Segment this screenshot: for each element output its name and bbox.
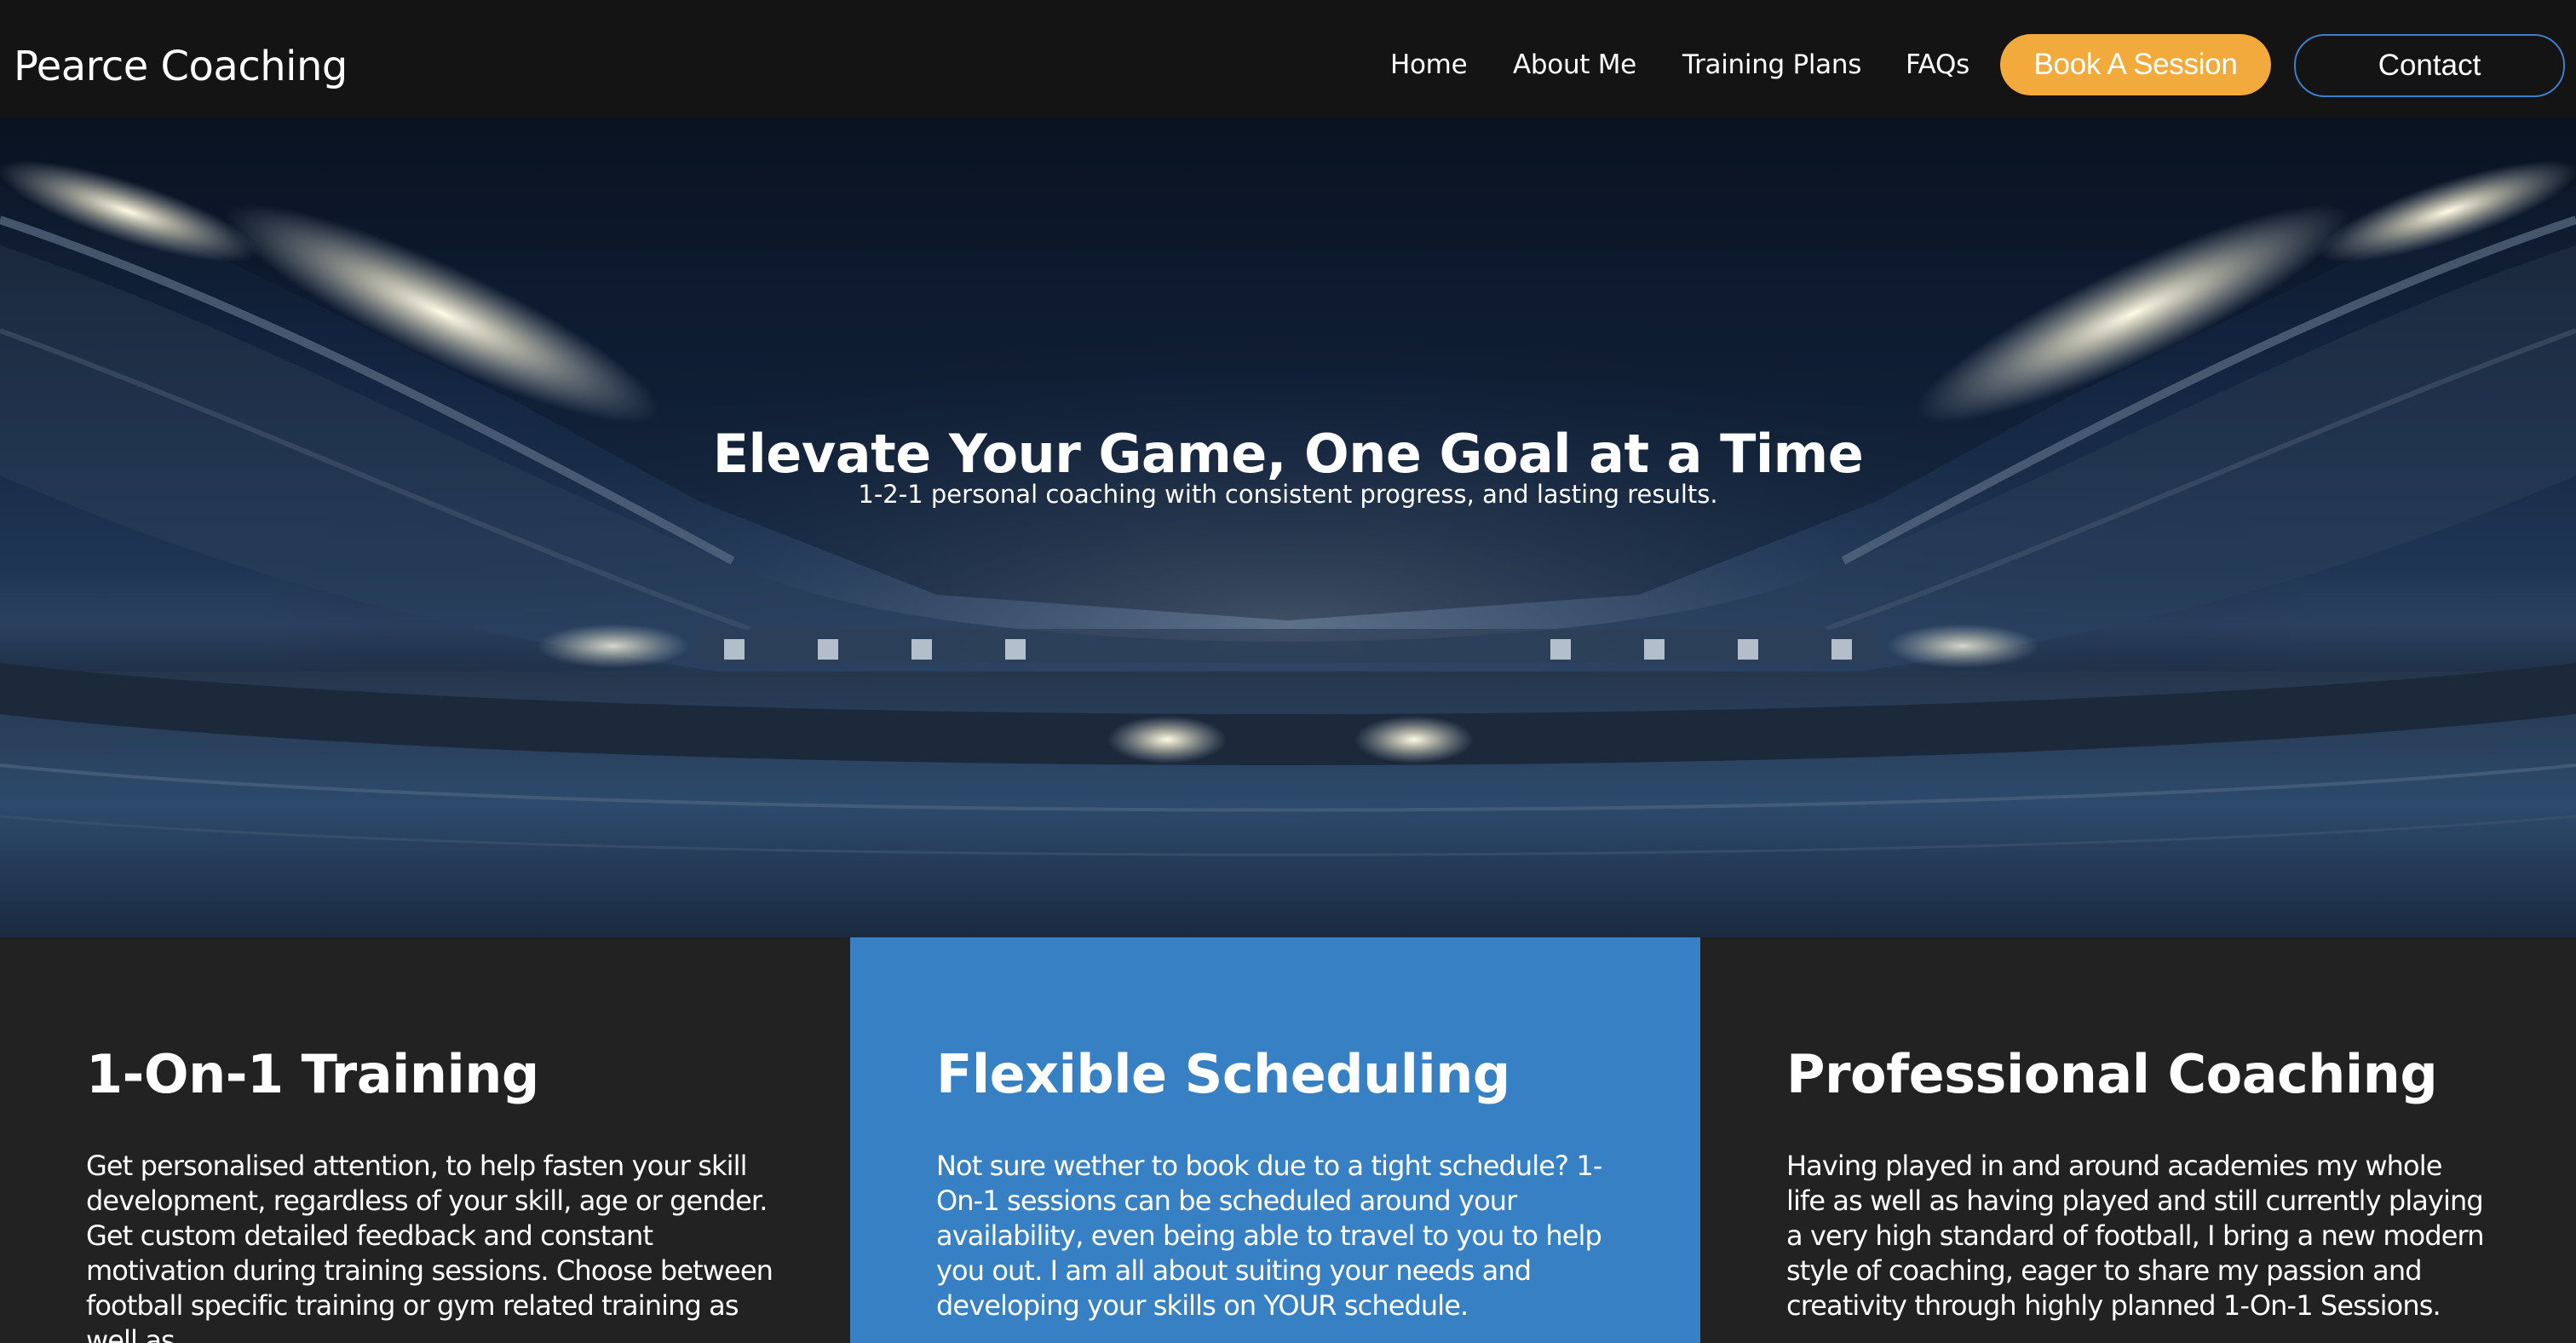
feature-description: Having played in and around academies my… [1786, 1150, 2485, 1322]
brand-logo[interactable]: Pearce Coaching [14, 43, 348, 90]
hero-section: Elevate Your Game, One Goal at a Time 1-… [0, 118, 2576, 937]
feature-title: Flexible Scheduling [936, 1043, 1510, 1105]
nav-link-training-plans[interactable]: Training Plans [1682, 49, 1861, 80]
nav-link-about[interactable]: About Me [1513, 49, 1636, 80]
hero-title: Elevate Your Game, One Goal at a Time [712, 422, 1864, 485]
navbar: Pearce Coaching Home About Me Training P… [0, 0, 2576, 118]
stadium-background-image [0, 118, 2576, 937]
feature-flexible-scheduling: Flexible Scheduling Not sure wether to b… [850, 937, 1700, 1343]
contact-button[interactable]: Contact [2294, 34, 2565, 97]
feature-description: Get personalised attention, to help fast… [86, 1150, 773, 1343]
feature-title: Professional Coaching [1786, 1043, 2438, 1105]
book-session-button[interactable]: Book A Session [2000, 34, 2271, 95]
hero-subtitle: 1-2-1 personal coaching with consistent … [858, 480, 1718, 509]
feature-1on1-training: 1-On-1 Training Get personalised attenti… [0, 937, 850, 1343]
feature-professional-coaching: Professional Coaching Having played in a… [1700, 937, 2576, 1343]
nav-link-faqs[interactable]: FAQs [1906, 49, 1969, 80]
feature-title: 1-On-1 Training [86, 1043, 539, 1105]
feature-description: Not sure wether to book due to a tight s… [936, 1150, 1602, 1322]
nav-link-home[interactable]: Home [1390, 49, 1468, 80]
